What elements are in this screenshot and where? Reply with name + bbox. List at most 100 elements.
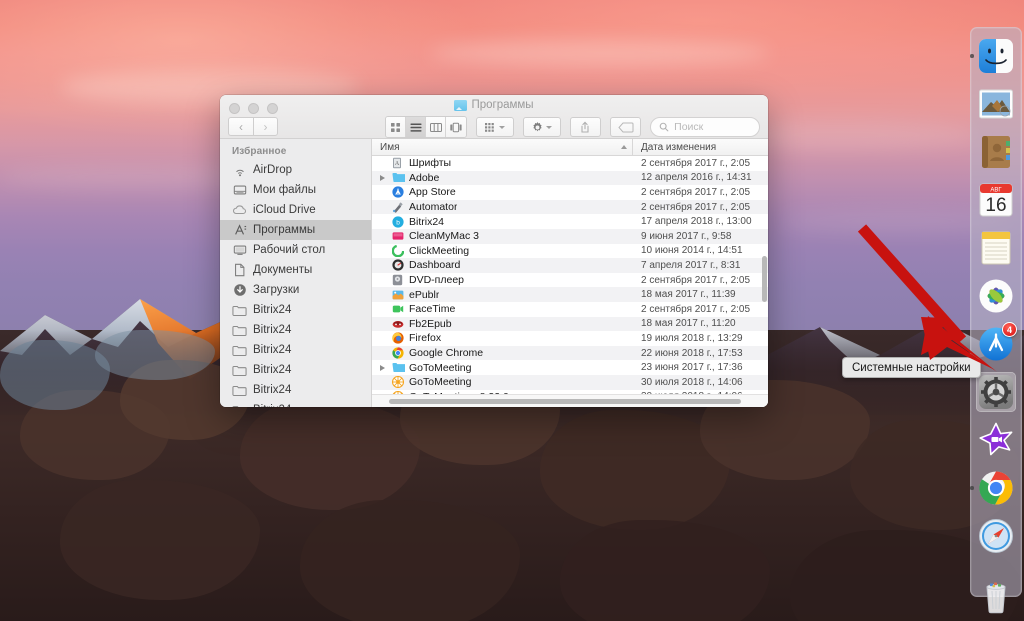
- finder-window[interactable]: Программы ‹ › Поиск Избранное AirDrop Мо…: [220, 95, 768, 407]
- action-gear-button[interactable]: [522, 117, 561, 137]
- file-name-cell[interactable]: A Шрифты: [372, 157, 633, 169]
- sidebar-item-label: Bitrix24: [253, 384, 292, 396]
- tags-button[interactable]: [610, 117, 642, 137]
- file-rows-container[interactable]: A Шрифты 2 сентября 2017 г., 2:05 Adobe 12 а…: [372, 156, 768, 394]
- vertical-scrollbar[interactable]: [761, 256, 767, 302]
- dock[interactable]: АВГ 16 4: [970, 27, 1022, 614]
- window-titlebar[interactable]: Программы ‹ › Поиск: [220, 95, 768, 139]
- table-row[interactable]: Dashboard 7 апреля 2017 г., 8:31: [372, 258, 768, 273]
- sidebar-item-1[interactable]: Мои файлы: [220, 180, 371, 200]
- cleanmymac-icon: [392, 230, 404, 242]
- table-row[interactable]: ClickMeeting 10 июня 2014 г., 14:51: [372, 244, 768, 259]
- file-list-pane[interactable]: Имя Дата изменения A Шрифты 2 сентября 201…: [372, 139, 768, 407]
- back-button[interactable]: ‹: [228, 117, 253, 136]
- list-view-button[interactable]: [406, 117, 427, 137]
- table-row[interactable]: App Store 2 сентября 2017 г., 2:05: [372, 185, 768, 200]
- search-field[interactable]: Поиск: [650, 117, 760, 137]
- sidebar-item-3[interactable]: Программы: [220, 220, 371, 240]
- table-row[interactable]: Adobe 12 апреля 2016 г., 14:31: [372, 170, 768, 186]
- dock-item-notes[interactable]: [976, 228, 1016, 268]
- table-row[interactable]: Google Chrome 22 июня 2018 г., 17:53: [372, 345, 768, 361]
- file-name-cell[interactable]: ClickMeeting: [372, 244, 633, 258]
- dock-item-mail[interactable]: [976, 84, 1016, 124]
- file-name-cell[interactable]: Fb2Epub: [372, 318, 633, 330]
- sidebar[interactable]: Избранное AirDrop Мои файлы iCloud Drive Пр…: [220, 139, 372, 407]
- file-name-label: GoToMeeting: [409, 376, 472, 389]
- column-header-name[interactable]: Имя: [372, 139, 633, 155]
- table-row[interactable]: Fb2Epub 18 мая 2017 г., 11:20: [372, 316, 768, 332]
- sidebar-item-11[interactable]: Bitrix24: [220, 380, 371, 400]
- file-name-cell[interactable]: GoToMeeting: [372, 376, 633, 389]
- dock-item-system-preferences[interactable]: [976, 372, 1016, 412]
- table-row[interactable]: GoToMeeting 30 июля 2018 г., 14:06: [372, 374, 768, 390]
- trash-icon: [986, 582, 1006, 614]
- arrange-button[interactable]: [475, 117, 514, 137]
- sidebar-item-8[interactable]: Bitrix24: [220, 320, 371, 340]
- dock-item-imovie[interactable]: [976, 420, 1016, 460]
- dock-item-calendar[interactable]: АВГ 16: [976, 180, 1016, 220]
- table-row[interactable]: A Шрифты 2 сентября 2017 г., 2:05: [372, 156, 768, 171]
- file-name-label: CleanMyMac 3: [409, 230, 480, 243]
- table-row[interactable]: CleanMyMac 3 9 июня 2017 г., 9:58: [372, 228, 768, 244]
- dock-item-contacts[interactable]: [976, 132, 1016, 172]
- file-name-cell[interactable]: FaceTime: [372, 303, 633, 315]
- column-header-date[interactable]: Дата изменения: [633, 139, 768, 155]
- sidebar-item-7[interactable]: Bitrix24: [220, 300, 371, 320]
- file-name-cell[interactable]: CleanMyMac 3: [372, 230, 633, 242]
- view-mode-segmented-control[interactable]: [385, 116, 467, 138]
- share-button[interactable]: [569, 117, 601, 137]
- sidebar-item-label: iCloud Drive: [253, 204, 316, 216]
- file-name-cell[interactable]: Dashboard: [372, 259, 633, 271]
- table-row[interactable]: ePublr 18 мая 2017 г., 11:39: [372, 287, 768, 302]
- sidebar-item-2[interactable]: iCloud Drive: [220, 200, 371, 220]
- file-name-label: Bitrix24: [409, 215, 445, 228]
- icon-view-button[interactable]: [386, 117, 407, 137]
- table-row[interactable]: Firefox 19 июля 2018 г., 13:29: [372, 331, 768, 346]
- dvdplayer-icon: [392, 274, 404, 286]
- table-row[interactable]: b Bitrix24 17 апреля 2018 г., 13:00: [372, 214, 768, 229]
- file-name-cell[interactable]: App Store: [372, 186, 633, 198]
- file-name-cell[interactable]: b Bitrix24: [372, 216, 633, 228]
- chevron-down-icon: [499, 125, 506, 129]
- file-name-cell[interactable]: Adobe: [372, 172, 633, 184]
- sidebar-item-4[interactable]: Рабочий стол: [220, 240, 371, 260]
- file-name-cell[interactable]: DVD-плеер: [372, 274, 633, 286]
- navigation-buttons[interactable]: ‹ ›: [228, 117, 278, 136]
- dock-item-photos[interactable]: [976, 276, 1016, 316]
- file-name-cell[interactable]: Google Chrome: [372, 347, 633, 359]
- sidebar-item-12[interactable]: Bitrix24: [220, 400, 371, 407]
- file-name-cell[interactable]: ePublr: [372, 289, 633, 301]
- coverflow-view-button[interactable]: [446, 117, 466, 137]
- file-name-label: ePublr: [409, 288, 440, 301]
- file-name-cell[interactable]: Firefox: [372, 332, 633, 344]
- sidebar-item-6[interactable]: Загрузки: [220, 280, 371, 300]
- dock-item-trash[interactable]: [976, 576, 1016, 616]
- dock-item-google-chrome[interactable]: [970, 468, 1016, 508]
- disclosure-triangle[interactable]: [378, 364, 387, 371]
- table-row[interactable]: FaceTime 2 сентября 2017 г., 2:05: [372, 302, 768, 317]
- chrome-icon: [979, 471, 1013, 505]
- horizontal-scrollbar[interactable]: [389, 399, 741, 404]
- dock-item-app-store[interactable]: 4: [976, 322, 1017, 364]
- file-name-cell[interactable]: GoToMeeting: [372, 362, 633, 374]
- table-row[interactable]: Automator 2 сентября 2017 г., 2:05: [372, 199, 768, 215]
- disclosure-triangle[interactable]: [378, 174, 387, 181]
- dock-item-finder[interactable]: [970, 36, 1016, 76]
- table-row[interactable]: DVD-плеер 2 сентября 2017 г., 2:05: [372, 273, 768, 288]
- sidebar-item-label: Программы: [253, 224, 316, 236]
- column-view-button[interactable]: [426, 117, 447, 137]
- applications-icon: [232, 223, 247, 238]
- sidebar-item-0[interactable]: AirDrop: [220, 160, 371, 180]
- toolbar[interactable]: Поиск: [385, 116, 760, 138]
- svg-text:b: b: [396, 219, 400, 226]
- forward-button[interactable]: ›: [253, 117, 278, 136]
- dock-item-safari[interactable]: [976, 516, 1016, 556]
- sidebar-item-5[interactable]: Документы: [220, 260, 371, 280]
- horizontal-scrollbar-track[interactable]: [372, 394, 768, 407]
- table-row[interactable]: GoToMeeting 23 июня 2017 г., 17:36: [372, 360, 768, 375]
- file-list-header[interactable]: Имя Дата изменения: [372, 139, 768, 156]
- sidebar-item-9[interactable]: Bitrix24: [220, 340, 371, 360]
- sidebar-item-10[interactable]: Bitrix24: [220, 360, 371, 380]
- airdrop-icon: [232, 163, 247, 178]
- file-name-cell[interactable]: Automator: [372, 201, 633, 213]
